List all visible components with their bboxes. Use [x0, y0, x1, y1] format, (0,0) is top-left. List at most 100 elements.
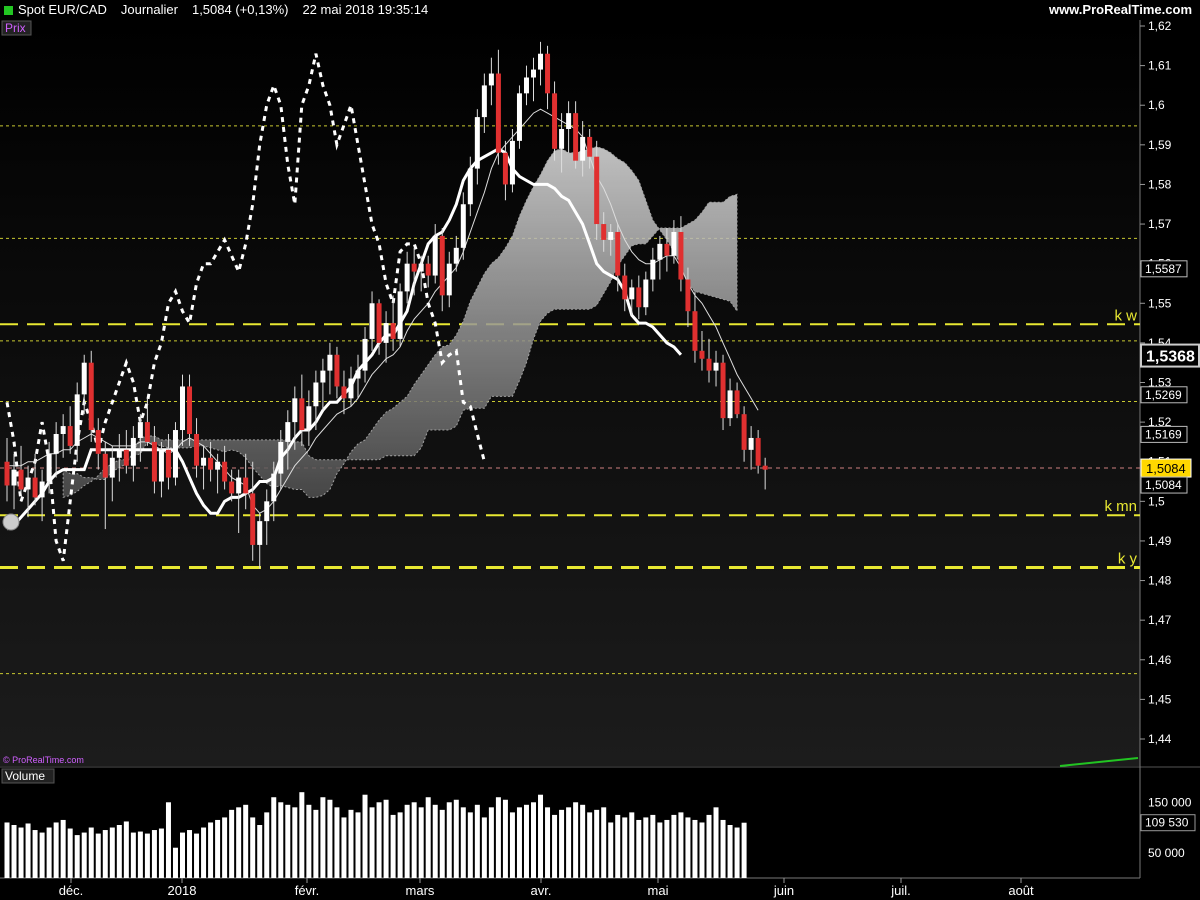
price-chart[interactable]: k w k mn k y 1,44 1,45 1,46 1,47 1,48 1,49 1,5 1,… — [0, 20, 1200, 900]
candle-up — [39, 481, 45, 498]
candle-up — [81, 362, 87, 395]
volume-bar — [172, 847, 178, 878]
candle-up — [643, 279, 649, 308]
volume-bar — [32, 830, 38, 878]
volume-bar — [671, 814, 677, 878]
candle-up — [292, 398, 298, 423]
x-tick-label: mai — [648, 883, 669, 898]
datetime-label: 22 mai 2018 19:35:14 — [302, 2, 429, 17]
volume-bar — [88, 827, 94, 878]
volume-bar — [727, 825, 733, 878]
volume-bar — [622, 817, 628, 878]
candle-up — [748, 437, 754, 450]
volume-bar — [165, 802, 171, 878]
volume-bar — [566, 807, 572, 878]
volume-bar — [348, 809, 354, 878]
y-tick-label: 1,62 — [1148, 20, 1172, 33]
candle-up — [453, 247, 459, 264]
candle-up — [285, 422, 291, 442]
candle-up — [355, 370, 361, 379]
x-tick-label: avr. — [531, 883, 552, 898]
candle-up — [404, 263, 410, 292]
volume-tag: 109 530 — [1145, 816, 1189, 830]
candle-down — [601, 224, 607, 240]
candle-up — [488, 73, 494, 86]
candle-down — [123, 449, 129, 466]
volume-bar — [341, 817, 347, 878]
chart-header: Spot EUR/CAD Journalier 1,5084 (+0,13%) 22 … — [0, 0, 1200, 20]
volume-bar — [460, 807, 466, 878]
candle-down — [151, 441, 157, 482]
candle-up — [566, 113, 572, 129]
candle-up — [278, 441, 284, 474]
volume-bar — [741, 822, 747, 878]
volume-bar — [453, 799, 459, 878]
volume-bar — [222, 817, 228, 878]
volume-bar — [215, 819, 221, 878]
volume-bar — [467, 812, 473, 878]
volume-bar — [355, 812, 361, 878]
volume-bar — [664, 819, 670, 878]
candle-up — [369, 303, 375, 339]
volume-bar — [706, 814, 712, 878]
candle-up — [46, 453, 52, 482]
candle-up — [516, 93, 522, 141]
volume-bar — [608, 822, 614, 878]
ruler-icon[interactable] — [2, 513, 20, 531]
price-tag: 1,5169 — [1145, 427, 1182, 441]
volume-bar — [699, 822, 705, 878]
candle-down — [622, 275, 628, 300]
candle-up — [180, 386, 185, 431]
y-tick-label: 1,47 — [1148, 613, 1172, 627]
candle-up — [25, 477, 31, 490]
candle-down — [720, 362, 726, 419]
price-tag: 1,5269 — [1145, 388, 1182, 402]
volume-bar — [74, 835, 80, 878]
volume-bar — [67, 828, 73, 878]
volume-bar — [601, 807, 607, 878]
volume-bar — [573, 802, 579, 878]
candle-up — [559, 128, 565, 149]
candle-down — [439, 235, 445, 296]
y-tick-label: 1,45 — [1148, 692, 1172, 706]
volume-bar — [264, 812, 270, 878]
volume-bar — [411, 802, 417, 878]
price-panel-label: Prix — [5, 21, 26, 35]
volume-bar — [531, 802, 536, 878]
volume-bar — [250, 817, 256, 878]
last-price-tag: 1,5084 — [1146, 461, 1186, 476]
x-tick-label: 2018 — [168, 883, 197, 898]
y-tick-label: 1,57 — [1148, 217, 1172, 231]
volume-bar — [243, 804, 249, 878]
y-tick-label: 1,58 — [1148, 177, 1172, 191]
y-tick-label: 1,5 — [1148, 494, 1165, 508]
volume-bar — [713, 807, 719, 878]
candle-up — [671, 231, 677, 256]
candle-down — [334, 354, 340, 387]
candle-down — [734, 390, 740, 415]
candle-down — [102, 453, 108, 478]
volume-bar — [390, 814, 396, 878]
volume-bar — [502, 799, 508, 878]
candle-down — [692, 311, 698, 351]
candle-down — [502, 152, 508, 185]
candle-down — [229, 481, 235, 494]
volume-bar — [538, 794, 544, 878]
last-price-label: 1,5084 (+0,13%) — [191, 2, 289, 17]
volume-bar — [495, 797, 501, 878]
candle-up — [264, 501, 270, 522]
volume-bar — [657, 822, 663, 878]
candle-up — [271, 473, 277, 502]
candle-down — [685, 279, 691, 312]
candle-up — [460, 204, 466, 248]
volume-bar — [81, 832, 87, 878]
candle-up — [137, 422, 143, 438]
candle-up — [257, 521, 263, 545]
volume-bar — [383, 799, 389, 878]
volume-bar — [643, 817, 649, 878]
candle-up — [201, 457, 207, 466]
candle-down — [545, 53, 551, 94]
y-tick-label: 1,48 — [1148, 574, 1172, 588]
price-tag: 1,5084 — [1145, 478, 1182, 492]
candle-down — [699, 350, 705, 359]
